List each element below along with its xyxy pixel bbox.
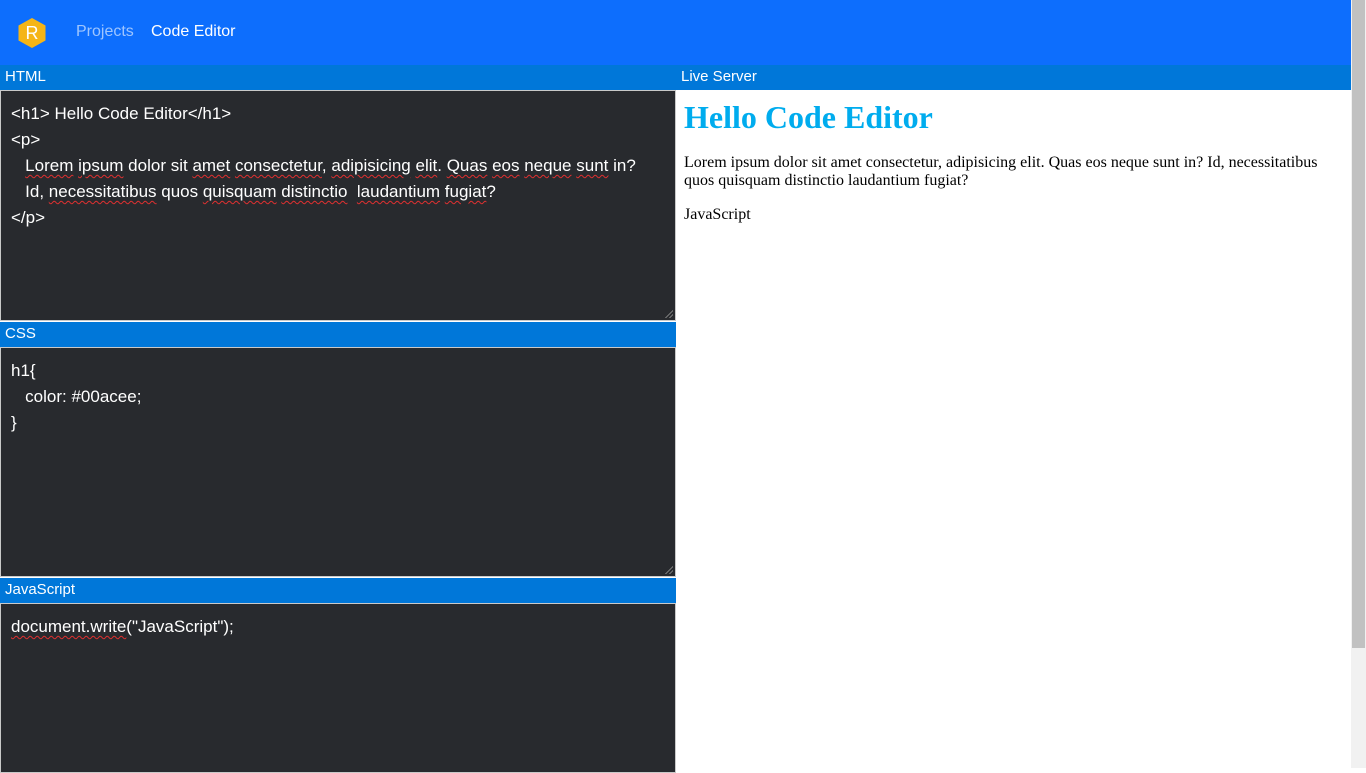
html-line-3: Lorem ipsum dolor sit amet consectetur, … [25, 156, 636, 175]
html-editor[interactable]: <h1> Hello Code Editor</h1> <p> Lorem ip… [0, 90, 676, 321]
live-server-header: Live Server [676, 65, 1351, 90]
nav-link-code-editor[interactable]: Code Editor [151, 22, 236, 42]
css-line-2: color: #00acee; [11, 387, 142, 406]
app-logo[interactable]: R [17, 17, 47, 49]
nav-link-projects[interactable]: Projects [76, 22, 134, 42]
css-line-1: h1{ [11, 361, 36, 380]
js-line-1: document.write("JavaScript"); [11, 617, 234, 636]
css-line-3: } [11, 413, 17, 432]
top-navbar: R Projects Code Editor [0, 0, 1351, 65]
preview-heading: Hello Code Editor [684, 99, 933, 135]
html-line-4: Id, necessitatibus quos quisquam distinc… [11, 182, 496, 201]
html-panel-header: HTML [0, 65, 676, 90]
html-line-5: </p> [11, 208, 46, 227]
css-editor[interactable]: h1{ color: #00acee; } [0, 347, 676, 577]
preview-js-output: JavaScript [684, 206, 751, 223]
css-panel-header: CSS [0, 322, 676, 347]
js-editor[interactable]: document.write("JavaScript"); [0, 603, 676, 773]
live-server-preview: Hello Code Editor Lorem ipsum dolor sit … [676, 90, 1351, 768]
logo-letter: R [25, 22, 39, 43]
scrollbar-thumb[interactable] [1352, 0, 1365, 648]
html-line-1: <h1> Hello Code Editor</h1> [11, 104, 232, 123]
js-panel-header: JavaScript [0, 578, 676, 603]
html-line-2: <p> [11, 130, 41, 149]
resize-handle[interactable] [665, 310, 673, 318]
page-scrollbar[interactable] [1351, 0, 1366, 768]
resize-handle[interactable] [665, 566, 673, 574]
preview-paragraph: Lorem ipsum dolor sit amet consectetur, … [684, 154, 1318, 189]
